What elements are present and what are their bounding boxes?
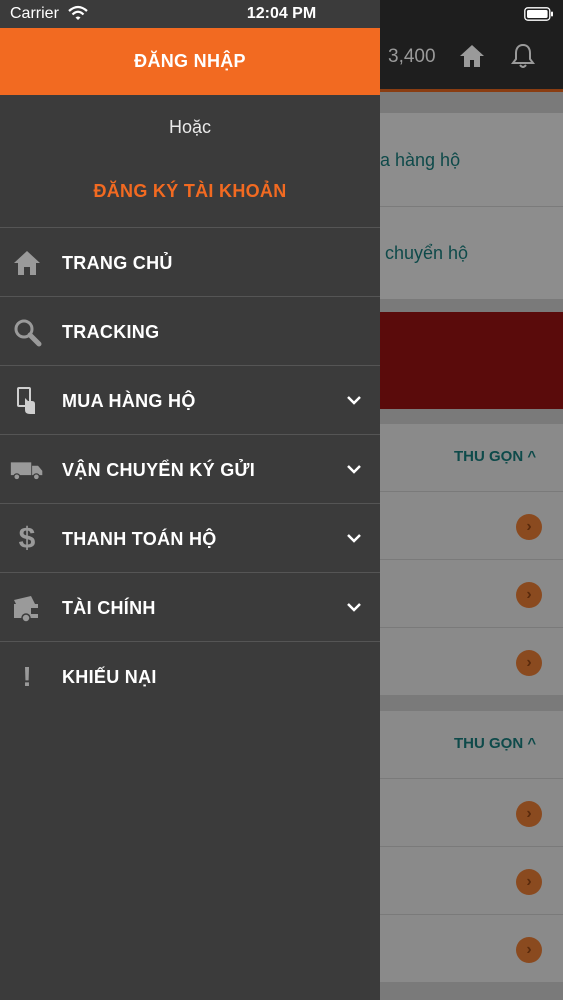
collapse-button[interactable]: THU GỌN ^ xyxy=(454,448,536,465)
menu-item-home[interactable]: TRANG CHỦ xyxy=(0,227,380,296)
login-button[interactable]: ĐĂNG NHẬP xyxy=(0,28,380,95)
arrow-right-icon: › xyxy=(516,937,542,963)
menu-item-label: VẬN CHUYỂN KÝ GỬI xyxy=(62,460,256,480)
arrow-right-icon: › xyxy=(516,650,542,676)
menu-item-label: MUA HÀNG HỘ xyxy=(62,391,196,411)
menu-item-tracking[interactable]: TRACKING xyxy=(0,296,380,365)
or-label: Hoặc xyxy=(168,117,212,137)
exclamation-icon: ! xyxy=(22,661,32,692)
arrow-right-icon: › xyxy=(516,582,542,608)
list-item[interactable]: › xyxy=(380,492,563,560)
menu-item-label: TRANG CHỦ xyxy=(62,253,173,273)
list-item[interactable]: › xyxy=(380,779,563,847)
menu-item-payment[interactable]: $ THANH TOÁN HỘ xyxy=(0,503,380,572)
chevron-down-icon[interactable] xyxy=(346,463,362,475)
drawer-menu: TRANG CHỦ TRACKING MUA HÀNG HỘ VẬN CHUYỂ… xyxy=(0,227,380,710)
arrow-right-icon: › xyxy=(516,869,542,895)
shopping-icon xyxy=(10,386,44,416)
menu-item-label: THANH TOÁN HỘ xyxy=(62,529,217,549)
collapse-button[interactable]: THU GỌN ^ xyxy=(454,735,536,752)
register-link[interactable]: ĐĂNG KÝ TÀI KHOẢN xyxy=(0,181,380,202)
menu-item-label: KHIẾU NẠI xyxy=(62,667,157,687)
buy-service-link[interactable]: a hàng hộ xyxy=(380,150,460,171)
status-bar: Carrier 12:04 PM xyxy=(0,0,563,28)
finance-icon xyxy=(10,593,44,623)
menu-item-label: TÀI CHÍNH xyxy=(62,598,156,618)
menu-item-finance[interactable]: TÀI CHÍNH xyxy=(0,572,380,641)
side-drawer: ĐĂNG NHẬP Hoặc ĐĂNG KÝ TÀI KHOẢN TRANG C… xyxy=(0,0,380,1000)
menu-item-complaint[interactable]: ! KHIẾU NẠI xyxy=(0,641,380,710)
search-icon xyxy=(10,317,44,347)
menu-item-shipping[interactable]: VẬN CHUYỂN KÝ GỬI xyxy=(0,434,380,503)
chevron-down-icon[interactable] xyxy=(346,394,362,406)
list-item[interactable]: › xyxy=(380,915,563,983)
bell-icon[interactable] xyxy=(510,42,536,70)
ship-service-link[interactable]: chuyển hộ xyxy=(385,243,468,264)
dollar-icon: $ xyxy=(18,522,36,555)
battery-icon xyxy=(524,7,553,21)
order-section-1: THU GỌN ^ › › › xyxy=(380,424,563,696)
promo-banner[interactable] xyxy=(380,312,563,409)
balance-value: 3,400 xyxy=(388,46,436,67)
list-item[interactable]: › xyxy=(380,560,563,628)
arrow-right-icon: › xyxy=(516,801,542,827)
chevron-down-icon[interactable] xyxy=(346,601,362,613)
arrow-right-icon: › xyxy=(516,514,542,540)
truck-icon xyxy=(10,455,44,485)
list-item[interactable]: › xyxy=(380,628,563,696)
clock: 12:04 PM xyxy=(246,5,317,22)
list-item[interactable]: › xyxy=(380,847,563,915)
menu-item-label: TRACKING xyxy=(62,322,160,342)
home-icon[interactable] xyxy=(459,44,485,68)
chevron-down-icon[interactable] xyxy=(346,532,362,544)
service-card: a hàng hộ chuyển hộ xyxy=(360,113,563,299)
order-section-2: THU GỌN ^ › › › xyxy=(380,711,563,983)
home-icon xyxy=(10,248,44,278)
menu-item-purchase[interactable]: MUA HÀNG HỘ xyxy=(0,365,380,434)
